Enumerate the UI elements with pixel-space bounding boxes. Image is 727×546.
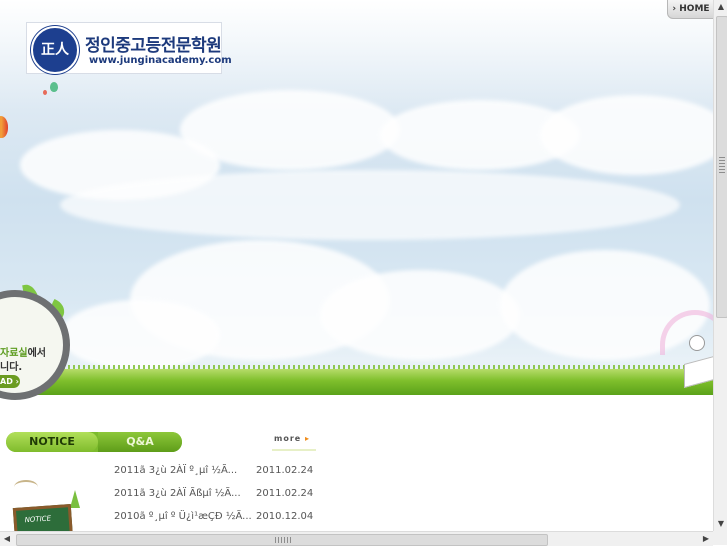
notice-title[interactable]: 2011ã 3¿ù 2ÀÏ º¸µî ½Ã...: [114, 465, 237, 476]
academy-seal-icon: 正人: [31, 26, 79, 74]
vertical-scrollbar[interactable]: ▲ ▼: [713, 0, 727, 531]
site-logo[interactable]: 正人 정인중고등전문학원 www.junginacademy.com: [26, 22, 232, 74]
notice-title[interactable]: 2010ã º¸µî º Ü¿ì¹æÇÐ ½Ã...: [114, 511, 252, 522]
grass: [0, 369, 713, 395]
logo-title: 정인중고등전문학원: [85, 36, 222, 56]
balloon-icon: [50, 82, 58, 92]
notice-item[interactable]: 2011ã 3¿ù 2ÀÏ º¸µî ½Ã... 2011.02.24: [114, 465, 344, 481]
notice-title[interactable]: 2011ã 3¿ù 2ÀÏ Ãßµî ½Ã...: [114, 488, 241, 499]
bird-doodle-icon: [14, 480, 38, 494]
notice-item[interactable]: 2010ã º¸µî º Ü¿ì¹æÇÐ ½Ã... 2010.12.04: [114, 511, 344, 527]
tab-notice[interactable]: NOTICE: [6, 432, 98, 452]
download-button[interactable]: AD ›: [0, 375, 20, 388]
balloon-icon: [43, 90, 47, 95]
board-tabs: NOTICE Q&A: [6, 432, 182, 452]
notice-date: 2010.12.04: [256, 511, 314, 522]
clock-icon: [689, 335, 705, 351]
scroll-right-icon[interactable]: ▶: [699, 532, 713, 546]
grip-icon: [719, 157, 725, 173]
grip-icon: [275, 537, 291, 543]
notice-item[interactable]: 2011ã 3¿ù 2ÀÏ Ãßµî ½Ã... 2011.02.24: [114, 488, 344, 504]
horizontal-scroll-thumb[interactable]: [16, 534, 548, 546]
notice-date: 2011.02.24: [256, 488, 314, 499]
logo-url: www.junginacademy.com: [89, 55, 232, 66]
divider: [272, 449, 316, 451]
cloud: [320, 270, 520, 360]
tree-icon: [70, 490, 80, 508]
tab-qa[interactable]: Q&A: [98, 432, 182, 452]
scroll-down-icon[interactable]: ▼: [714, 517, 727, 531]
cloud: [540, 95, 713, 175]
scroll-up-icon[interactable]: ▲: [714, 0, 727, 14]
notice-date: 2011.02.24: [256, 465, 314, 476]
more-link[interactable]: more ▸: [274, 434, 310, 443]
scrollbar-corner: [713, 531, 727, 545]
horizontal-scrollbar[interactable]: ◀ ▶: [0, 531, 713, 546]
magnifier-caption-2: 니다.: [0, 362, 23, 373]
cloud: [60, 170, 680, 240]
cloud: [60, 300, 220, 370]
magnifier-caption: 자료실에서: [0, 348, 47, 359]
home-button[interactable]: › HOME: [667, 0, 713, 19]
scroll-left-icon[interactable]: ◀: [0, 532, 14, 546]
arrow-right-icon: ▸: [305, 434, 311, 443]
page-viewport: 正人 정인중고등전문학원 www.junginacademy.com › HOM…: [0, 0, 713, 531]
notice-board-illustration: NOTICE: [12, 504, 74, 531]
vertical-scroll-thumb[interactable]: [716, 16, 727, 318]
